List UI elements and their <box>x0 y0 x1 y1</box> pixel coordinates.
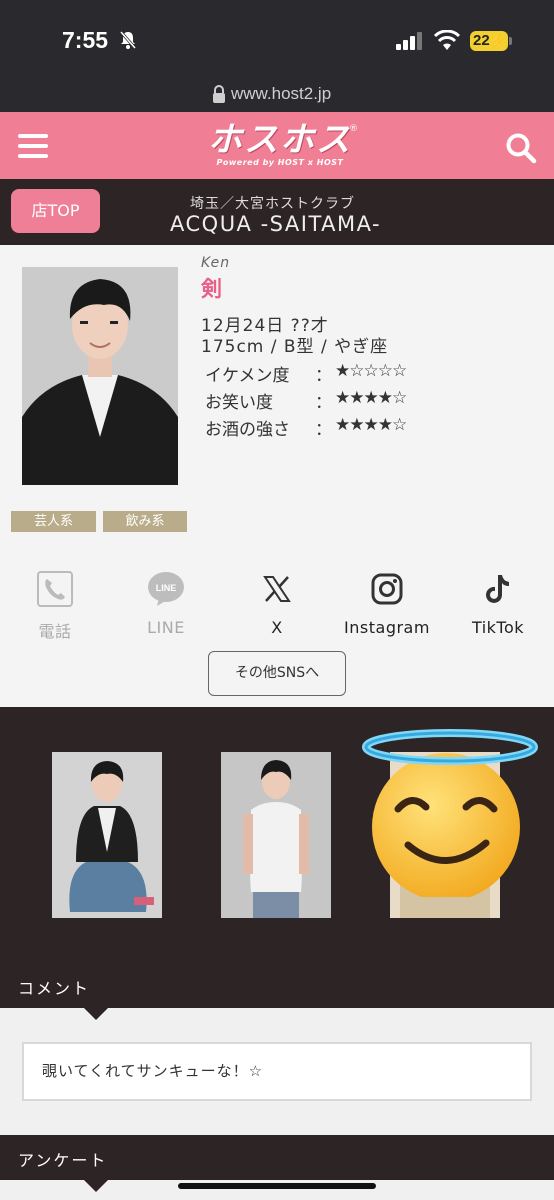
shop-bar: 店TOP 埼玉／大宮ホストクラブ ACQUA -SAITAMA- <box>0 179 554 245</box>
line-icon-text: LINE <box>156 583 177 593</box>
battery-nub <box>509 37 512 45</box>
sns-label: Instagram <box>344 618 430 637</box>
phone-icon <box>37 571 73 607</box>
shop-name[interactable]: ACQUA -SAITAMA- <box>170 212 381 236</box>
site-logo[interactable]: ホスホス Powered by HOST x HOST ® <box>200 122 360 172</box>
gallery-photo-2[interactable] <box>221 752 331 918</box>
logo-registered-mark: ® <box>349 124 358 134</box>
photo-gallery: コメント <box>0 707 554 1008</box>
sns-tiktok[interactable]: TikTok <box>448 568 548 637</box>
instagram-icon <box>371 573 403 605</box>
cellular-signal-icon <box>396 32 422 50</box>
smiling-face-with-halo-icon <box>362 729 538 897</box>
sns-line[interactable]: LINE LINE <box>116 568 216 637</box>
battery-indicator: 22⚡ <box>470 31 508 51</box>
bell-muted-icon <box>119 31 137 49</box>
browser-url-bar[interactable]: www.host2.jp <box>0 80 554 112</box>
tiktok-icon <box>486 575 509 603</box>
sns-label: 電話 <box>38 622 72 641</box>
rating-label: お酒の強さ <box>205 420 290 440</box>
tag-comedian: 芸人系 <box>11 511 96 532</box>
rating-stars: ★☆☆☆☆ <box>335 361 407 381</box>
other-sns-button[interactable]: その他SNSへ <box>208 651 346 696</box>
sns-phone[interactable]: 電話 <box>5 568 105 642</box>
rating-label: イケメン度 <box>205 366 290 386</box>
rating-stars: ★★★★☆ <box>335 415 407 435</box>
rating-stars: ★★★★☆ <box>335 388 407 408</box>
gallery-photo-1[interactable] <box>52 752 162 918</box>
x-icon <box>263 576 291 602</box>
rating-label: お笑い度 <box>205 393 273 413</box>
host-physical-info: 175cm / B型 / やぎ座 <box>201 337 389 357</box>
comment-section: 覗いてくれてサンキューな！☆ <box>0 1008 554 1135</box>
sns-label: X <box>271 618 283 637</box>
site-header: ホスホス Powered by HOST x HOST ® <box>0 112 554 179</box>
status-time: 7:55 <box>62 27 109 53</box>
line-icon: LINE <box>148 572 184 606</box>
heading-pointer <box>84 1008 108 1020</box>
profile-section: Ken 剣 12月24日 ??才 175cm / B型 / やぎ座 イケメン度 … <box>0 245 554 707</box>
search-icon[interactable] <box>505 132 537 164</box>
heading-pointer <box>84 1180 108 1192</box>
rating-colon: ： <box>315 420 332 440</box>
survey-heading: アンケート <box>18 1151 108 1170</box>
home-indicator[interactable] <box>178 1183 376 1189</box>
url-text: www.host2.jp <box>231 84 332 103</box>
menu-icon[interactable] <box>18 134 48 158</box>
host-romaji-name: Ken <box>201 255 231 271</box>
lock-icon <box>213 85 225 103</box>
host-name: 剣 <box>201 277 222 301</box>
sns-x[interactable]: X <box>227 568 327 637</box>
sns-instagram[interactable]: Instagram <box>337 568 437 637</box>
sns-label: TikTok <box>471 618 525 637</box>
comment-heading: コメント <box>18 979 91 998</box>
survey-section: アンケート <box>0 1135 554 1180</box>
status-bar: 7:55 22⚡ <box>0 0 554 80</box>
wifi-icon <box>434 30 460 50</box>
shop-area: 埼玉／大宮ホストクラブ <box>190 196 355 212</box>
comment-text: 覗いてくれてサンキューな！☆ <box>22 1042 532 1101</box>
rating-colon: ： <box>315 366 332 386</box>
tag-drinker: 飲み系 <box>103 511 187 532</box>
battery-level: 22 <box>473 32 490 49</box>
profile-photo[interactable] <box>22 267 178 485</box>
rating-colon: ： <box>315 393 332 413</box>
logo-main-text: ホスホス <box>208 120 352 160</box>
sns-label: LINE <box>147 618 185 637</box>
shop-top-button[interactable]: 店TOP <box>11 189 100 233</box>
logo-sub-text: Powered by HOST x HOST <box>216 158 344 167</box>
